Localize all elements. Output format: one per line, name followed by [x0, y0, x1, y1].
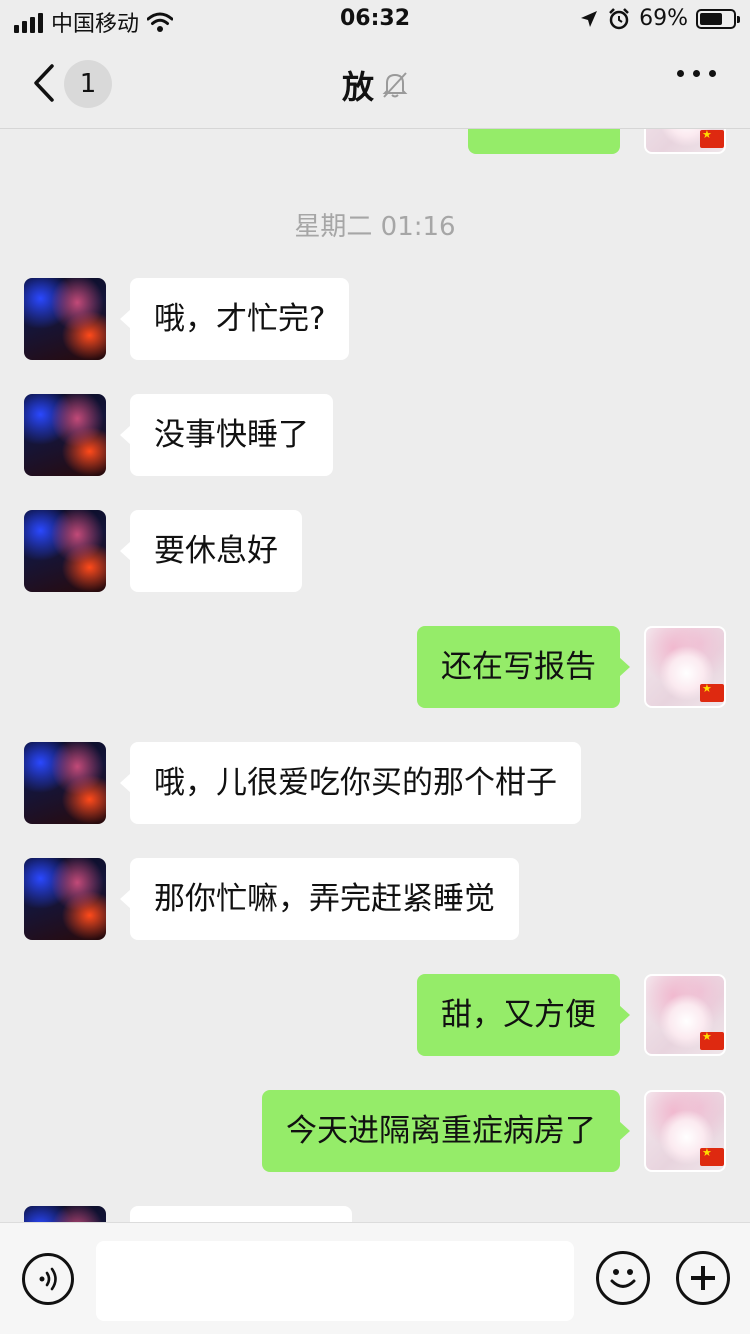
message-bubble[interactable]: 甜，又方便: [417, 974, 630, 1056]
message-bubble[interactable]: 要休息好: [120, 510, 302, 592]
more-dots-icon: [677, 70, 684, 77]
alarm-icon: [609, 7, 629, 29]
location-arrow-icon: [581, 10, 598, 27]
voice-button[interactable]: [22, 1253, 74, 1305]
my-avatar[interactable]: [644, 1090, 726, 1172]
contact-avatar[interactable]: [24, 858, 106, 940]
battery-fill: [700, 12, 723, 25]
battery-icon: [696, 8, 740, 29]
china-flag-icon: [700, 128, 724, 148]
china-flag-icon: [700, 682, 724, 702]
contact-avatar[interactable]: [24, 394, 106, 476]
message-bubble[interactable]: 哦，儿很爱吃你买的那个柑子: [120, 742, 581, 824]
message-bubble[interactable]: 今天进隔离重症病房了: [262, 1090, 630, 1172]
message-list[interactable]: 星期二 01:16 哦，才忙完? 没事快睡了 要休息好 还在写报告 哦，儿很爱吃…: [0, 0, 750, 1288]
my-avatar[interactable]: [644, 626, 726, 708]
message-bubble[interactable]: 哦，才忙完?: [119, 278, 350, 360]
time-separator: 星期二 01:16: [294, 212, 456, 242]
china-flag-icon: [700, 1146, 724, 1166]
input-bar: [0, 1222, 750, 1334]
contact-avatar[interactable]: [24, 742, 106, 824]
nav-bar: 1 放: [0, 40, 750, 129]
status-bar: 中国移动 06:32 69%: [0, 0, 750, 40]
message-bubble[interactable]: 没事快睡了: [120, 394, 333, 476]
plus-button[interactable]: [676, 1251, 730, 1305]
chat-title: 放: [341, 68, 374, 106]
china-flag-icon: [700, 1030, 724, 1050]
message-bubble[interactable]: 还在写报告: [417, 626, 630, 708]
contact-avatar[interactable]: [24, 510, 106, 592]
contact-avatar[interactable]: [24, 278, 106, 360]
message-bubble[interactable]: 那你忙嘛，弄完赶紧睡觉: [120, 858, 519, 940]
voice-icon: [39, 1267, 57, 1291]
message-input[interactable]: [96, 1241, 574, 1321]
my-avatar[interactable]: [644, 974, 726, 1056]
bell-muted-icon: [382, 72, 408, 98]
chat-screen: 星期二 01:16 哦，才忙完? 没事快睡了 要休息好 还在写报告 哦，儿很爱吃…: [0, 0, 750, 1334]
chat-header[interactable]: 放: [0, 62, 750, 108]
more-options-button[interactable]: [677, 70, 716, 77]
emoji-icon: [610, 1269, 636, 1288]
emoji-button[interactable]: [596, 1251, 650, 1305]
battery-percent: 69%: [639, 6, 688, 31]
